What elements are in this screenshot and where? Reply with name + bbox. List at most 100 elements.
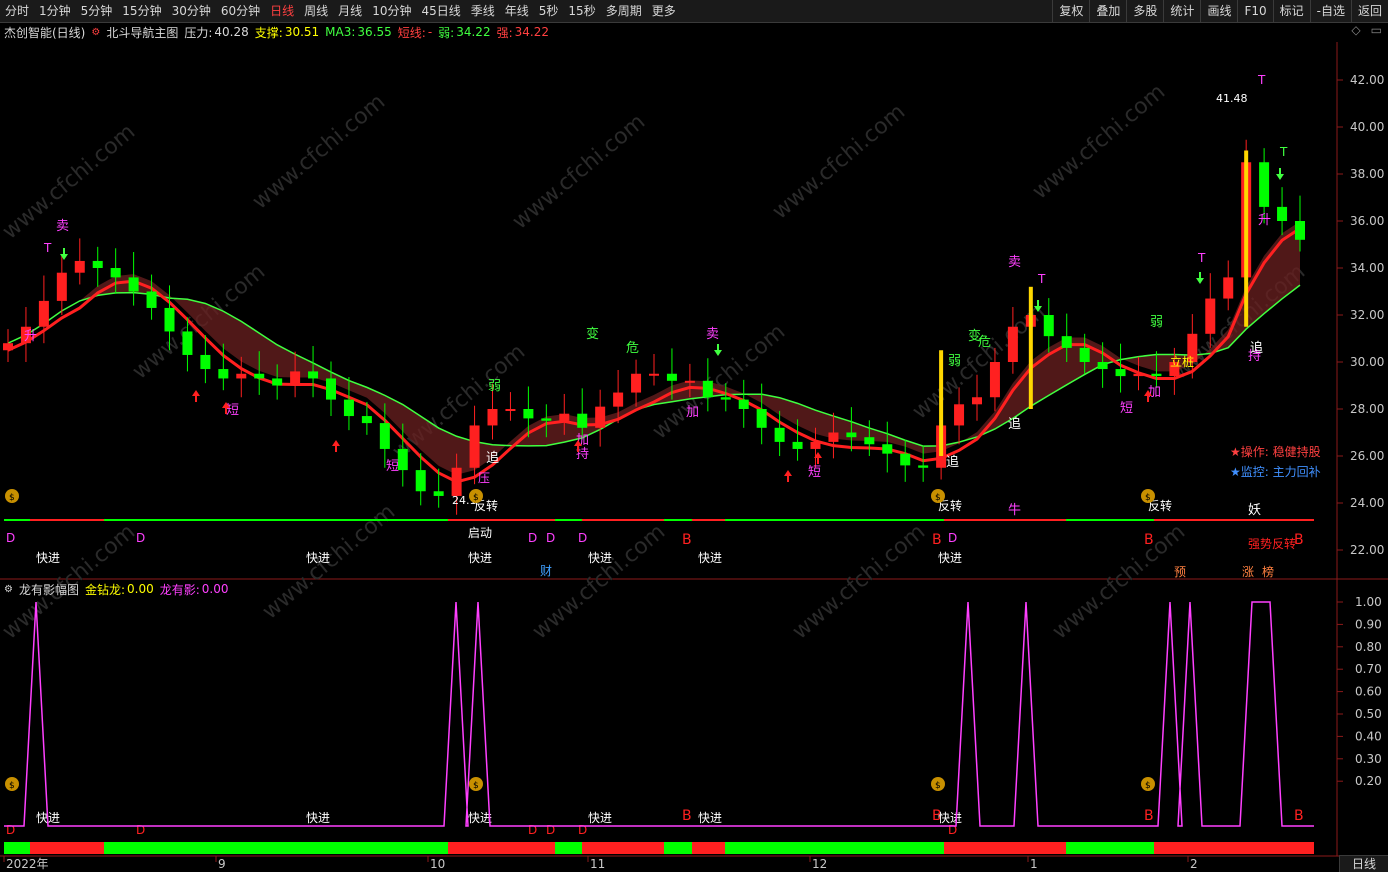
date-tick-label: 12 — [812, 857, 827, 871]
money-bag-glyph: $ — [9, 781, 15, 791]
signal-strip — [4, 519, 30, 521]
candle-body — [56, 272, 67, 301]
candle-body — [631, 373, 642, 393]
candle-body — [236, 373, 247, 379]
demon-signal: 妖 — [1248, 503, 1261, 518]
ox-signal: 牛 — [1008, 503, 1021, 518]
signal-bar — [939, 350, 944, 456]
money-bag-glyph: $ — [1145, 493, 1151, 503]
candle-body — [792, 441, 803, 449]
operation-status: ★操作: 稳健持股 — [1230, 444, 1321, 459]
signal-bar — [1028, 286, 1033, 409]
candle-body — [1133, 373, 1144, 377]
up-arrow-icon — [192, 390, 200, 402]
candle-body — [1205, 298, 1216, 334]
finance-signal: 财 — [540, 564, 552, 578]
price-tick-label: 22.00 — [1350, 543, 1384, 557]
watermark: www.cfchi.com — [248, 89, 390, 214]
fast-forward-label: 快进 — [588, 811, 612, 825]
candle-body — [200, 354, 211, 370]
watermark: www.cfchi.com — [768, 99, 910, 224]
down-arrow-icon — [60, 248, 68, 260]
signal-strip — [582, 519, 664, 521]
danger-signal: 危 — [626, 341, 639, 356]
price-tick-label: 24.00 — [1350, 496, 1384, 510]
candle-body — [559, 413, 570, 421]
sub-tick-label: 0.50 — [1355, 707, 1382, 721]
chase-signal: 追 — [1008, 416, 1021, 432]
price-tick-label: 26.00 — [1350, 449, 1384, 463]
d-marker: D — [6, 531, 15, 545]
candle-body — [326, 378, 336, 400]
trend-band — [8, 221, 1300, 475]
weak-signal: 弱 — [1150, 315, 1163, 330]
candle-body — [469, 425, 480, 468]
d-marker: D — [528, 531, 537, 545]
settings-icon[interactable]: ⚙ — [0, 584, 13, 595]
start-signal: 启动 — [468, 526, 492, 540]
t-signal: T — [1037, 272, 1046, 286]
t-signal: T — [1197, 251, 1206, 265]
signal-strip — [725, 842, 944, 854]
candle-body — [1079, 347, 1090, 362]
high-price-mark: 41.48 — [1216, 92, 1248, 105]
chart-canvas: 42.00 40.00 38.00 36.00 34.00 32.00 30.00 28.00… — [0, 42, 1388, 871]
sub-tick-label: 0.20 — [1355, 774, 1382, 788]
signal-strip — [555, 519, 582, 521]
short-signal: 短 — [386, 459, 399, 474]
candle-body — [218, 369, 229, 379]
d-marker: D — [546, 531, 555, 545]
candle-body — [649, 373, 659, 376]
signal-strip — [555, 842, 582, 854]
chase-signal: 追 — [946, 454, 959, 470]
signal-strip — [104, 519, 448, 521]
candle-body — [756, 409, 767, 428]
sub-indicator-name[interactable]: 龙有影幅图 — [19, 581, 79, 598]
short-signal: 短 — [808, 465, 821, 480]
candle-body — [972, 397, 982, 405]
candle-body — [810, 441, 821, 449]
candle-body — [1115, 369, 1126, 377]
sub-tick-label: 0.40 — [1355, 729, 1382, 743]
sub-indicator-header: ⚙ 龙有影幅图 金钻龙: 0.00 龙有影: 0.00 — [0, 580, 1340, 598]
candle-body — [290, 371, 301, 386]
signal-strip — [104, 842, 448, 854]
li-zhuang-signal: 立桩 — [1170, 354, 1194, 369]
candle-body — [433, 491, 444, 496]
d-marker: D — [578, 823, 587, 837]
signal-strip — [1154, 519, 1314, 521]
t-signal: T — [1279, 145, 1288, 159]
dragon-shadow-line — [4, 601, 1314, 827]
date-tick-label: 2 — [1190, 857, 1198, 871]
candle-body — [666, 373, 677, 381]
candle-body — [846, 432, 857, 438]
gold-dragon-value: 0.00 — [127, 582, 154, 596]
b-marker: B — [1144, 532, 1154, 548]
down-arrow-icon — [714, 344, 722, 356]
candle-body — [595, 406, 606, 428]
candle-body — [900, 453, 911, 466]
candle-body — [1259, 162, 1270, 207]
candle-body — [343, 399, 354, 417]
fast-forward-label: 快进 — [468, 811, 492, 825]
fast-forward-label: 快进 — [306, 551, 330, 565]
candle-body — [918, 465, 929, 468]
signal-strip — [1066, 519, 1154, 521]
watermark: www.cfchi.com — [508, 109, 650, 234]
b-marker: B — [682, 532, 692, 548]
candle-body — [882, 444, 893, 454]
b-marker: B — [682, 808, 692, 824]
d-marker: D — [136, 531, 145, 545]
price-tick-label: 36.00 — [1350, 214, 1384, 228]
short-signal: 短 — [1120, 401, 1133, 416]
candle-body — [1097, 362, 1108, 370]
period-status[interactable]: 日线 — [1339, 855, 1388, 872]
down-arrow-icon — [1276, 168, 1284, 180]
d-marker: D — [6, 823, 15, 837]
fast-forward-label: 快进 — [938, 811, 962, 825]
candle-body — [613, 392, 624, 407]
gold-dragon-label: 金钻龙: — [84, 582, 126, 597]
signal-strip — [448, 519, 555, 521]
candle-body — [720, 397, 731, 400]
change-signal: 变 — [586, 326, 599, 342]
